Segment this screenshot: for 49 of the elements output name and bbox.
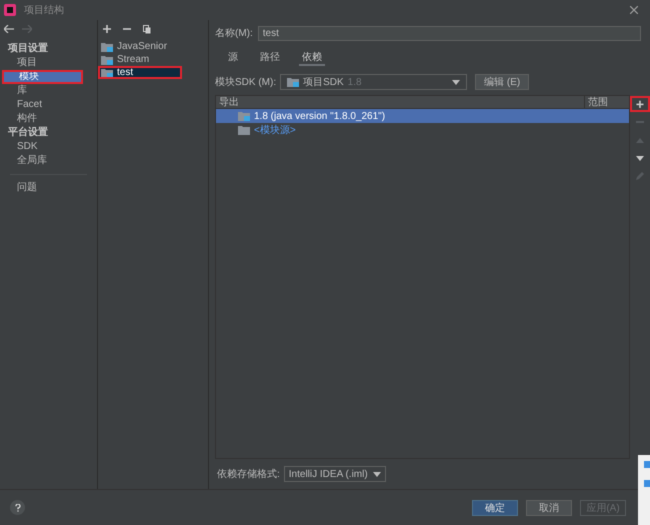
up-icon	[636, 138, 644, 142]
caret-icon	[452, 80, 460, 84]
module-folder-icon	[101, 68, 113, 78]
sdk-folder-icon	[287, 77, 300, 87]
nav-section-header: 平台设置	[7, 126, 49, 140]
app-logo-icon	[4, 4, 16, 16]
nav-item[interactable]: SDK	[0, 140, 97, 154]
add-button[interactable]: +	[630, 96, 650, 112]
nav-item[interactable]: 问题	[0, 181, 97, 195]
caret-icon	[372, 472, 381, 476]
edit-button[interactable]: 编辑 (E)	[475, 74, 530, 90]
nav-item[interactable]: 构件	[0, 112, 97, 126]
column-header: 导出	[218, 96, 240, 110]
back-arrow-icon[interactable]	[4, 25, 14, 33]
module-item[interactable]: test	[98, 66, 182, 79]
module-item[interactable]: JavaSenior	[98, 40, 208, 53]
checkbox-icon	[644, 461, 650, 468]
dialog-button[interactable]: 确定	[472, 500, 518, 516]
storage-label: 依赖存储格式:	[217, 468, 280, 482]
pencil-icon	[636, 172, 644, 180]
sdk-folder-icon	[238, 111, 250, 121]
nav-item[interactable]: 项目	[0, 56, 97, 70]
copy-icon[interactable]	[143, 24, 151, 34]
minus-icon[interactable]	[123, 25, 131, 33]
name-label: 名称(M):	[215, 27, 253, 41]
module-folder-icon	[101, 42, 113, 52]
nav-item[interactable]: Facet	[0, 98, 97, 112]
question-icon	[14, 504, 20, 512]
storage-dropdown[interactable]: IntelliJ IDEA (.iml)	[284, 466, 386, 482]
window-title: 项目结构	[24, 4, 64, 18]
tab[interactable]: 路径	[257, 50, 283, 66]
checkbox-icon	[644, 480, 650, 487]
tab[interactable]: 依赖	[299, 50, 325, 66]
module-item[interactable]: Stream	[98, 53, 208, 66]
name-field[interactable]: test	[258, 26, 641, 41]
sdk-label: 模块SDK (M):	[215, 76, 276, 90]
down-icon	[636, 156, 644, 160]
nav-item[interactable]: 全局库	[0, 154, 97, 168]
help-button[interactable]	[10, 500, 25, 515]
add-icon[interactable]	[103, 25, 111, 33]
dependency-row[interactable]: 1.8 (java version "1.8.0_261")	[216, 109, 629, 123]
dependency-row[interactable]: <模块源>	[216, 123, 629, 137]
folder-icon	[238, 125, 250, 135]
close-icon[interactable]	[630, 6, 638, 14]
nav-item[interactable]: 库	[0, 84, 97, 98]
module-folder-icon	[101, 54, 113, 64]
nav-section-header: 项目设置	[6, 42, 49, 56]
dialog-button[interactable]: 取消	[526, 500, 572, 516]
tab[interactable]: 源	[225, 50, 241, 66]
